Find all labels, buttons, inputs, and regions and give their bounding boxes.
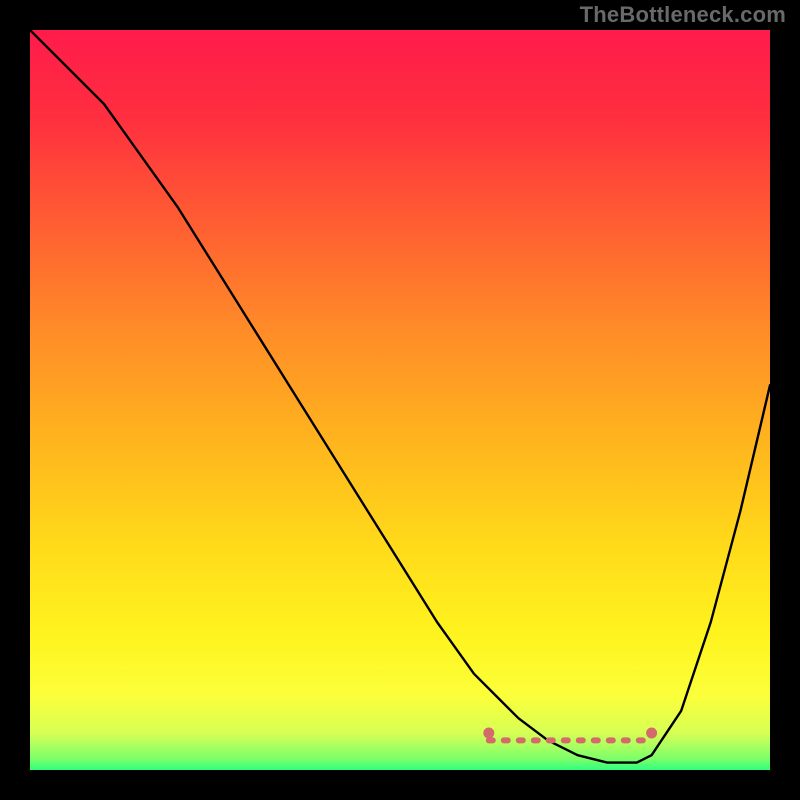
bottleneck-chart <box>30 30 770 770</box>
gradient-background <box>30 30 770 770</box>
watermark-text: TheBottleneck.com <box>580 2 786 28</box>
chart-frame: TheBottleneck.com <box>0 0 800 800</box>
highlight-dot-left <box>483 728 494 739</box>
highlight-dot-right <box>646 728 657 739</box>
